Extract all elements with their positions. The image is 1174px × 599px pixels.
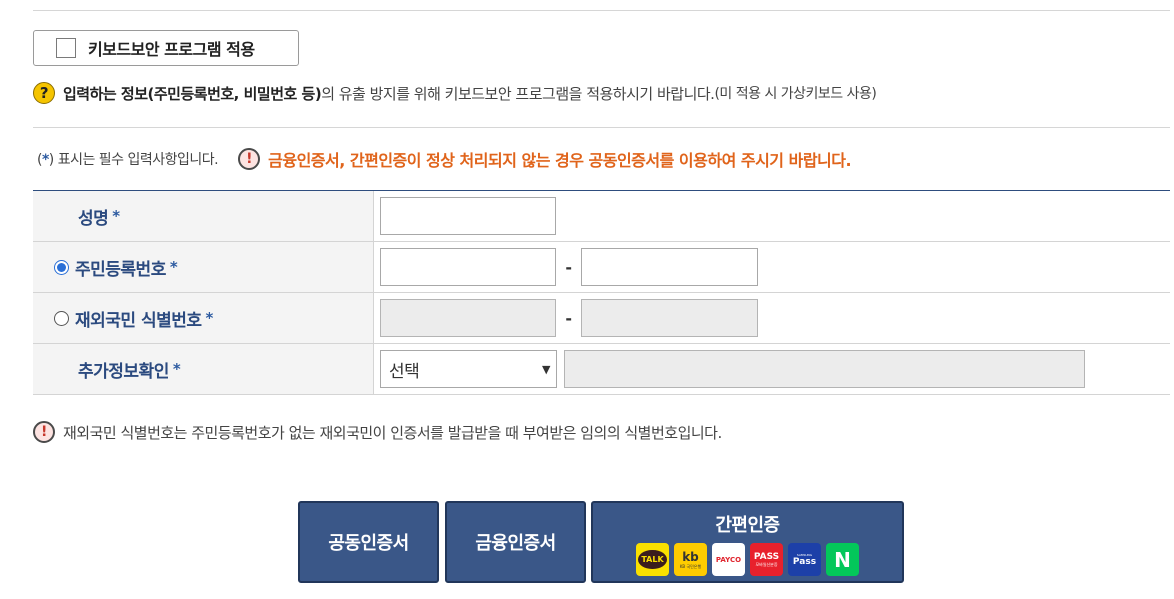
foreigner-radio[interactable] — [54, 310, 69, 326]
extra-label-cell: 추가정보확인 * — [33, 344, 374, 394]
exclamation-icon: ! — [238, 148, 261, 170]
required-star: * — [172, 360, 181, 378]
identity-form: 성명 * 주민등록번호 * - 재외국민 식별번호 * - 추가정보확인 * 선… — [33, 190, 1170, 395]
foreigner-label-cell: 재외국민 식별번호 * — [33, 293, 374, 343]
required-star: * — [169, 258, 178, 276]
foreigner-id-note: ! 재외국민 식별번호는 주민등록번호가 없는 재외국민이 인증서를 발급받을 … — [33, 421, 722, 443]
chevron-down-icon: ▼ — [542, 362, 550, 376]
extra-select-value: 선택 — [389, 361, 420, 382]
simple-auth-providers: TALK kb KB 국민은행 PAYCO PASS 모바일신분증 SAMSUNG P… — [636, 543, 859, 576]
required-note: (*) 표시는 필수 입력사항입니다. — [37, 152, 219, 168]
pass-icon: PASS 모바일신분증 — [750, 543, 783, 576]
extra-info-input[interactable] — [564, 350, 1085, 388]
extra-info-select[interactable]: 선택 ▼ — [380, 350, 557, 388]
joint-cert-button[interactable]: 공동인증서 — [298, 501, 439, 583]
security-notice: ? 입력하는 정보(주민등록번호, 비밀번호 등) 의 유출 방지를 위해 키보… — [33, 82, 877, 104]
name-label-cell: 성명 * — [33, 191, 374, 241]
keyboard-security-checkbox[interactable]: 키보드보안 프로그램 적용 — [33, 30, 299, 66]
cert-warning-text: 금융인증서, 간편인증이 정상 처리되지 않는 경우 공동인증서를 이용하여 주… — [268, 151, 852, 170]
checkbox-icon[interactable] — [56, 38, 76, 58]
required-star: * — [112, 207, 120, 225]
rrn-radio[interactable] — [54, 259, 69, 275]
middle-divider — [33, 127, 1170, 128]
rrn-back-input[interactable] — [581, 248, 758, 286]
foreigner-back-input[interactable] — [581, 299, 758, 337]
form-row-foreigner-id: 재외국민 식별번호 * - — [33, 293, 1170, 344]
keyboard-security-label: 키보드보안 프로그램 적용 — [88, 40, 255, 59]
top-divider — [33, 10, 1170, 11]
name-label: 성명 — [78, 208, 109, 229]
required-notice-row: (*) 표시는 필수 입력사항입니다. ! 금융인증서, 간편인증이 정상 처리… — [37, 147, 852, 171]
form-row-rrn: 주민등록번호 * - — [33, 242, 1170, 293]
extra-label: 추가정보확인 — [78, 361, 169, 382]
kb-bank-icon: kb KB 국민은행 — [674, 543, 707, 576]
foreigner-front-input[interactable] — [380, 299, 556, 337]
form-row-name: 성명 * — [33, 191, 1170, 242]
simple-auth-button[interactable]: 간편인증 TALK kb KB 국민은행 PAYCO PASS 모바일신분증 SAM… — [591, 501, 904, 583]
foreigner-label: 재외국민 식별번호 — [75, 310, 202, 331]
required-star: * — [41, 152, 49, 168]
security-notice-text: 의 유출 방지를 위해 키보드보안 프로그램을 적용하시기 바랍니다. — [321, 84, 715, 103]
security-notice-bold: 입력하는 정보(주민등록번호, 비밀번호 등) — [63, 84, 322, 103]
foreigner-dash: - — [565, 308, 572, 328]
question-icon: ? — [33, 82, 55, 104]
required-star: * — [205, 309, 214, 327]
joint-cert-label: 공동인증서 — [328, 533, 409, 554]
rrn-label-cell: 주민등록번호 * — [33, 242, 374, 292]
rrn-dash: - — [565, 257, 572, 277]
simple-auth-label: 간편인증 — [715, 515, 780, 536]
financial-cert-button[interactable]: 금융인증서 — [445, 501, 586, 583]
kakao-talk-icon: TALK — [636, 543, 669, 576]
name-input[interactable] — [380, 197, 556, 235]
payco-icon: PAYCO — [712, 543, 745, 576]
foreigner-id-note-text: 재외국민 식별번호는 주민등록번호가 없는 재외국민이 인증서를 발급받을 때 … — [63, 423, 722, 442]
security-notice-small: (미 적용 시 가상키보드 사용) — [714, 86, 877, 102]
rrn-label: 주민등록번호 — [75, 259, 166, 280]
financial-cert-label: 금융인증서 — [475, 533, 556, 554]
exclamation-icon: ! — [33, 421, 55, 443]
naver-icon: N — [826, 543, 859, 576]
rrn-front-input[interactable] — [380, 248, 556, 286]
samsung-pass-icon: SAMSUNG Pass — [788, 543, 821, 576]
form-row-extra-info: 추가정보확인 * 선택 ▼ — [33, 344, 1170, 395]
